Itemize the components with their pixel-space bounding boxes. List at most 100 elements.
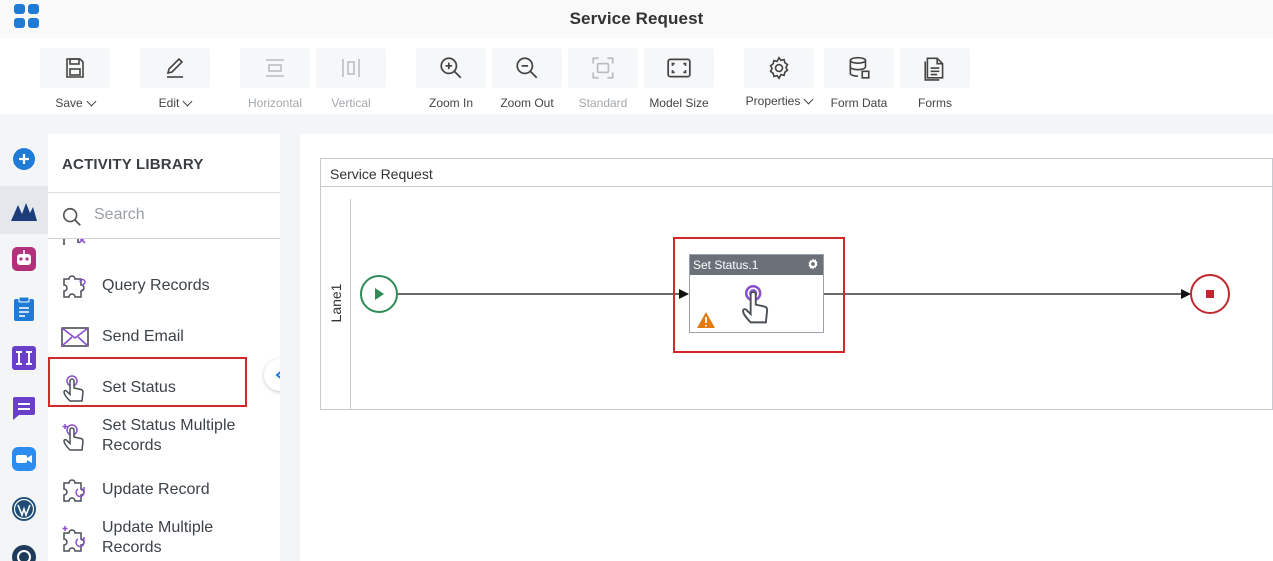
chevron-down-icon [86, 96, 97, 107]
rail-chat-icon[interactable] [9, 393, 39, 423]
warning-icon [697, 312, 715, 328]
process-canvas[interactable]: Service Request Lane1 Set Status.1 [300, 134, 1273, 561]
query-records-icon [63, 275, 86, 298]
activity-label-line1: Update Multiple [102, 519, 214, 536]
activity-label-line2: Records [102, 539, 162, 556]
toolbar: Save Edit Horizontal Vertical Zoom In Zo… [0, 38, 1273, 114]
activity-item-update-multiple-records[interactable]: Update Multiple Records [48, 513, 280, 557]
activity-library-content: ACTIVITY LIBRARY Records Query Records S… [48, 134, 280, 561]
start-event[interactable] [360, 275, 398, 313]
zoom-in-button[interactable]: Zoom In [416, 48, 486, 114]
plus-circle-icon [13, 148, 35, 170]
activity-item-send-email[interactable]: Send Email [48, 314, 280, 358]
app-header: Service Request [0, 0, 1273, 38]
properties-label: Properties [744, 94, 814, 108]
zoom-in-icon [440, 57, 462, 79]
rail-video-icon[interactable] [9, 444, 39, 474]
task-title: Set Status.1 [693, 258, 759, 272]
mountains-icon [11, 203, 37, 221]
zoom-in-icon-box [416, 48, 486, 88]
left-icon-rail [0, 114, 48, 561]
activity-label-line1: Set Status Multiple [102, 417, 236, 434]
activity-item-query-records[interactable]: Query Records [48, 263, 280, 307]
activity-label-line2: Records [102, 437, 162, 454]
end-event[interactable] [1190, 274, 1230, 314]
model-size-button[interactable]: Model Size [644, 48, 714, 114]
video-camera-icon [12, 447, 36, 471]
horizontal-icon-box [240, 48, 310, 88]
standard-icon-box [568, 48, 638, 88]
rail-integration-icon[interactable] [9, 343, 39, 373]
clipboard-icon [14, 296, 34, 321]
set-status-task[interactable]: Set Status.1 [689, 254, 824, 333]
form-data-label: Form Data [830, 96, 888, 110]
expand-icon [667, 58, 691, 78]
update-record-icon [63, 479, 85, 502]
edit-label: Edit [140, 96, 210, 110]
gear-icon [769, 56, 789, 80]
forms-button[interactable]: Forms [900, 48, 970, 114]
rail-bot-icon[interactable] [9, 244, 39, 274]
rail-add-icon[interactable] [9, 144, 39, 174]
save-icon [66, 58, 84, 78]
update-multiple-icon [62, 526, 85, 552]
zoom-out-icon-box [492, 48, 562, 88]
save-icon-box [40, 48, 110, 88]
rail-wordpress-icon[interactable] [9, 494, 39, 524]
chevron-down-icon [182, 96, 193, 107]
email-icon [61, 327, 89, 347]
search-icon [62, 207, 81, 226]
activity-label: Update Multiple Records [102, 518, 213, 558]
zoom-in-label: Zoom In [428, 96, 473, 110]
database-icon [849, 56, 870, 79]
align-horizontal-icon [266, 59, 284, 77]
rail-clipboard-icon[interactable] [9, 294, 39, 324]
stop-icon [1206, 290, 1214, 298]
wordpress-icon [12, 497, 36, 521]
activity-label: Set Status Multiple Records [102, 416, 235, 456]
rail-more-icon[interactable] [9, 542, 39, 561]
zoom-out-icon [516, 57, 538, 79]
save-text: Save [55, 96, 83, 110]
robot-icon [12, 247, 36, 271]
activity-label: Update Record [102, 481, 210, 498]
fit-screen-icon [592, 57, 614, 79]
divider [48, 192, 280, 193]
save-label: Save [40, 96, 110, 110]
edit-text: Edit [158, 96, 180, 110]
hand-pointer-icon [742, 285, 769, 324]
horizontal-label: Horizontal [247, 96, 303, 110]
model-size-label: Model Size [649, 96, 709, 110]
search-input[interactable] [94, 206, 264, 224]
hand-pointer-plus-icon [62, 424, 84, 451]
target-icon [12, 545, 36, 561]
zoom-out-button[interactable]: Zoom Out [492, 48, 562, 114]
task-header: Set Status.1 [690, 255, 823, 275]
properties-button[interactable]: Properties [744, 48, 814, 114]
edit-icon-box [140, 48, 210, 88]
activity-item-update-record[interactable]: Update Record [48, 467, 280, 511]
standard-button[interactable]: Standard [568, 48, 638, 114]
page-title: Service Request [569, 9, 704, 28]
activity-label: Send Email [102, 328, 184, 345]
zoom-out-label: Zoom Out [500, 96, 554, 110]
model-size-icon-box [644, 48, 714, 88]
forms-icon-box [900, 48, 970, 88]
activity-item-set-status-multiple[interactable]: Set Status Multiple Records [48, 412, 280, 456]
properties-text: Properties [745, 94, 801, 108]
rail-process-icon[interactable] [9, 196, 39, 226]
horizontal-button[interactable]: Horizontal [240, 48, 310, 114]
vertical-button[interactable]: Vertical [316, 48, 386, 114]
search-bar [48, 194, 280, 239]
set-status-highlight [48, 357, 247, 407]
edit-button[interactable]: Edit [140, 48, 210, 114]
vertical-icon-box [316, 48, 386, 88]
pencil-icon [166, 57, 184, 78]
activity-library-title: ACTIVITY LIBRARY [62, 156, 204, 173]
form-data-button[interactable]: Form Data [824, 48, 894, 114]
gear-icon[interactable] [806, 257, 820, 271]
properties-icon-box [744, 48, 814, 88]
save-button[interactable]: Save [40, 48, 110, 114]
activity-library-panel: ACTIVITY LIBRARY Records Query Records S… [48, 114, 280, 561]
forms-label: Forms [918, 96, 952, 110]
